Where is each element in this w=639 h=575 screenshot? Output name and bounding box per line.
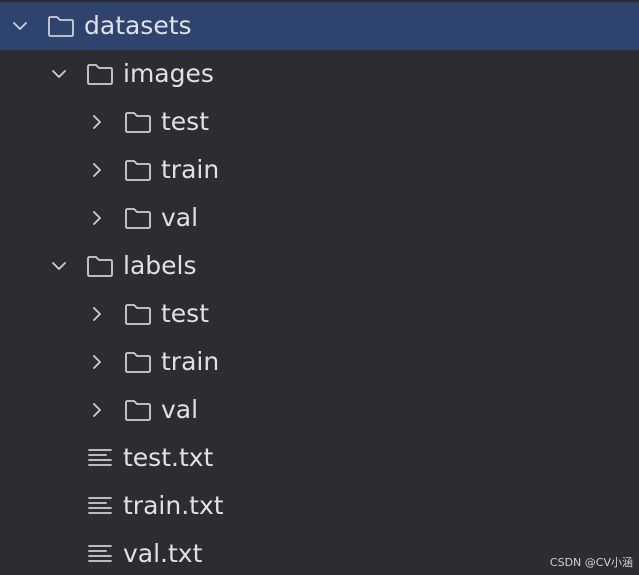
tree-node-datasets[interactable]: datasets xyxy=(0,2,639,50)
chevron-right-icon[interactable] xyxy=(88,353,106,371)
chevron-right-icon[interactable] xyxy=(88,113,106,131)
folder-icon xyxy=(124,350,152,374)
chevron-right-icon[interactable] xyxy=(88,209,106,227)
tree-file-val-txt[interactable]: val.txt xyxy=(0,530,639,575)
folder-icon xyxy=(86,254,114,278)
tree-node-labels-test[interactable]: test xyxy=(0,290,639,338)
tree-file-train-txt[interactable]: train.txt xyxy=(0,482,639,530)
project-tree: datasets images test train val labels te… xyxy=(0,0,639,575)
tree-node-images-val[interactable]: val xyxy=(0,194,639,242)
chevron-right-icon[interactable] xyxy=(88,305,106,323)
folder-icon xyxy=(124,158,152,182)
tree-node-label: images xyxy=(123,59,214,88)
tree-file-test-txt[interactable]: test.txt xyxy=(0,434,639,482)
chevron-right-icon[interactable] xyxy=(88,161,106,179)
tree-node-label: train xyxy=(161,155,220,184)
tree-node-label: train.txt xyxy=(123,491,224,520)
text-file-icon xyxy=(86,446,114,470)
tree-node-label: test.txt xyxy=(123,443,214,472)
tree-node-label: val.txt xyxy=(123,539,203,568)
folder-icon xyxy=(124,206,152,230)
tree-node-labels-val[interactable]: val xyxy=(0,386,639,434)
chevron-right-icon[interactable] xyxy=(88,401,106,419)
chevron-down-icon[interactable] xyxy=(11,17,29,35)
text-file-icon xyxy=(86,494,114,518)
tree-node-label: datasets xyxy=(84,11,192,40)
tree-node-label: labels xyxy=(123,251,197,280)
folder-icon xyxy=(86,62,114,86)
folder-icon xyxy=(47,14,75,38)
tree-node-label: train xyxy=(161,347,220,376)
tree-node-label: test xyxy=(161,299,210,328)
chevron-down-icon[interactable] xyxy=(50,257,68,275)
folder-icon xyxy=(124,110,152,134)
folder-icon xyxy=(124,398,152,422)
tree-node-labels-train[interactable]: train xyxy=(0,338,639,386)
tree-node-images-train[interactable]: train xyxy=(0,146,639,194)
chevron-down-icon[interactable] xyxy=(50,65,68,83)
tree-node-label: val xyxy=(161,395,199,424)
tree-node-label: val xyxy=(161,203,199,232)
folder-icon xyxy=(124,302,152,326)
tree-node-images-test[interactable]: test xyxy=(0,98,639,146)
tree-node-label: test xyxy=(161,107,210,136)
text-file-icon xyxy=(86,542,114,566)
tree-node-labels[interactable]: labels xyxy=(0,242,639,290)
tree-node-images[interactable]: images xyxy=(0,50,639,98)
watermark: CSDN @CV小涵 xyxy=(549,556,633,569)
